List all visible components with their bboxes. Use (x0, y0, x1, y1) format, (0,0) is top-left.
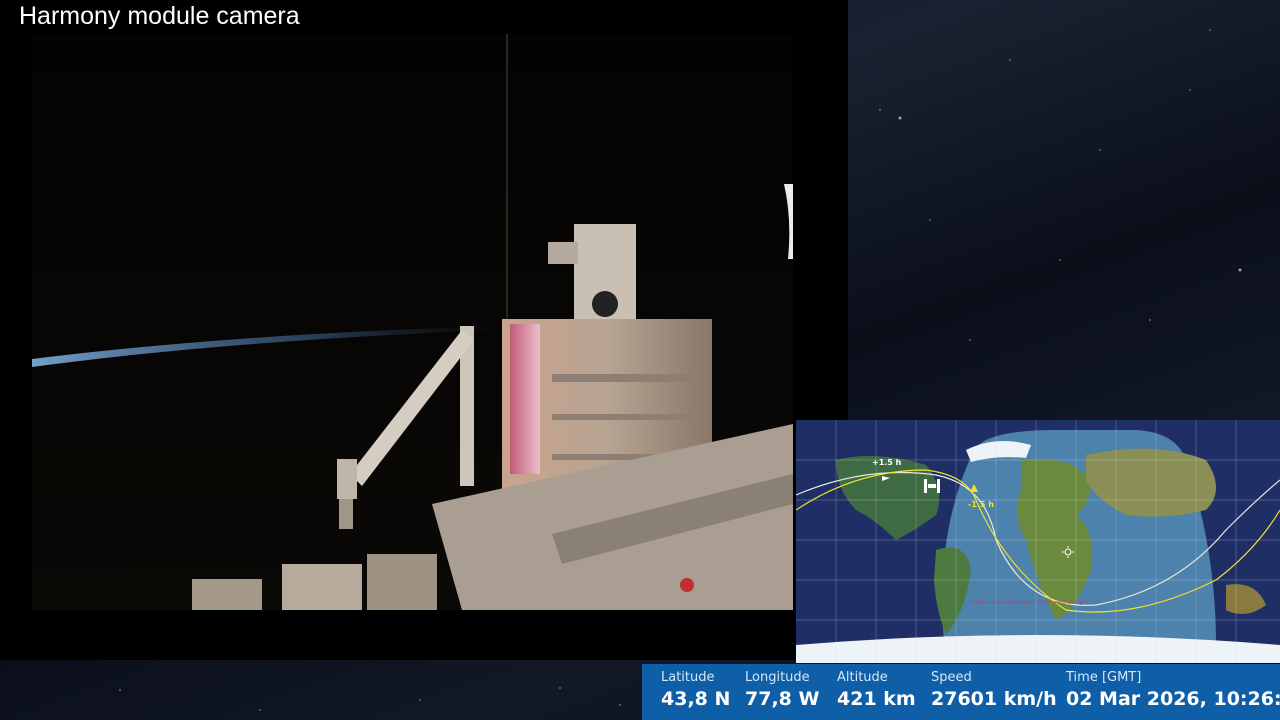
longitude-value: 77,8 W (745, 688, 820, 710)
altitude-field: Altitude 421 km (837, 670, 916, 710)
latitude-field: Latitude 43,8 N (661, 670, 730, 710)
time-value: 02 Mar 2026, 10:26:59 (1066, 688, 1280, 710)
map-note: Visible over several spots of the world … (971, 600, 1088, 606)
orbit-marker-minus: -1.5 h (968, 500, 994, 509)
camera-scene (32, 34, 793, 610)
camera-title: Harmony module camera (19, 2, 300, 30)
latitude-value: 43,8 N (661, 688, 731, 710)
time-field: Time [GMT] 02 Mar 2026, 10:26:59 (1066, 670, 1280, 710)
altitude-label: Altitude (837, 670, 888, 685)
orbit-marker-plus: +1.5 h (872, 458, 902, 467)
speed-value: 27601 km/h (931, 688, 1057, 710)
stream-stage: Harmony module camera +1.5 h -1.5 h Visi… (0, 0, 1280, 720)
altitude-value: 421 km (837, 688, 916, 710)
time-label: Time [GMT] (1066, 670, 1142, 685)
camera-panel: Harmony module camera (0, 0, 848, 660)
longitude-field: Longitude 77,8 W (745, 670, 819, 710)
longitude-label: Longitude (745, 670, 810, 685)
iss-tracker-map[interactable]: +1.5 h -1.5 h Visible over several spots… (796, 420, 1280, 663)
earth-horizon (32, 326, 502, 367)
speed-field: Speed 27601 km/h (931, 670, 1057, 710)
camera-video-feed[interactable] (32, 34, 793, 610)
telemetry-bar: Latitude 43,8 N Longitude 77,8 W Altitud… (642, 664, 1280, 720)
robotic-arm-boom (350, 330, 474, 486)
camera-module (574, 224, 636, 334)
speed-label: Speed (931, 670, 972, 685)
latitude-label: Latitude (661, 670, 715, 685)
world-map (796, 420, 1280, 663)
